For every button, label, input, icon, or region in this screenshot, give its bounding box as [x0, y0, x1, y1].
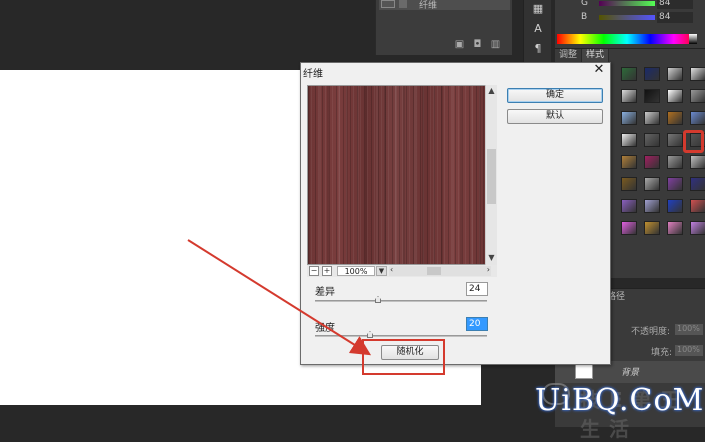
annotation-arrow: [187, 239, 372, 356]
